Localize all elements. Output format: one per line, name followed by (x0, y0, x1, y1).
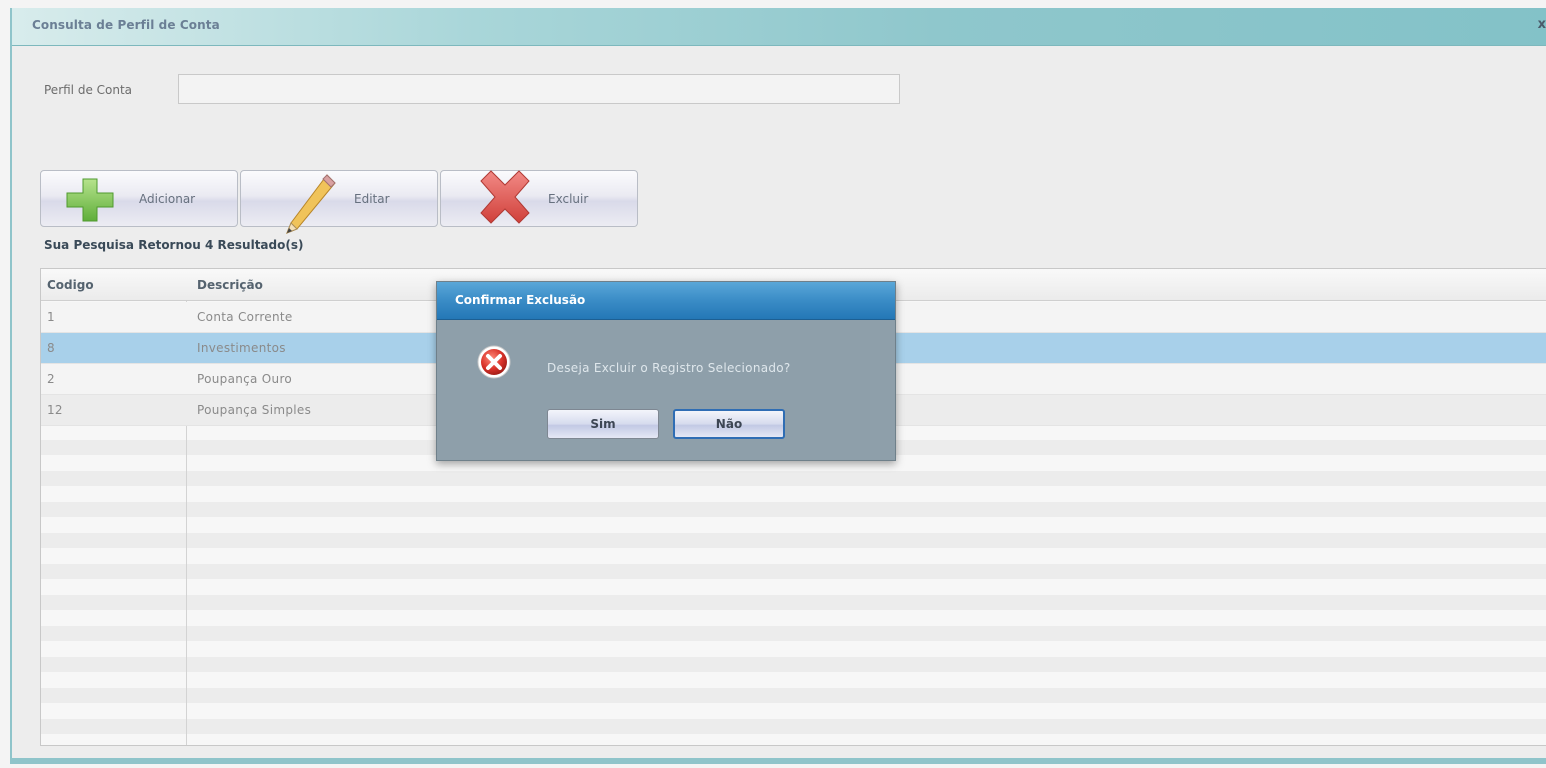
cell-descricao: Poupança Simples (197, 403, 312, 417)
no-button[interactable]: Não (673, 409, 785, 439)
pencil-icon (286, 174, 336, 234)
confirm-delete-dialog: Confirmar Exclusão Deseja Excluir o Regi… (436, 281, 896, 461)
window-close-icon[interactable]: x (1538, 17, 1546, 32)
edit-button-label: Editar (354, 192, 390, 206)
cell-descricao: Poupança Ouro (197, 372, 293, 386)
dialog-title: Confirmar Exclusão (455, 293, 586, 307)
x-icon (480, 170, 530, 224)
cell-codigo: 8 (47, 341, 55, 355)
profile-field-label: Perfil de Conta (44, 83, 133, 97)
profile-search-input[interactable] (178, 74, 900, 104)
cell-codigo: 2 (47, 372, 55, 386)
edit-button[interactable]: Editar (240, 170, 438, 234)
cell-codigo: 1 (47, 310, 55, 324)
cell-descricao: Conta Corrente (197, 310, 293, 324)
cell-codigo: 12 (47, 403, 63, 417)
add-button-label: Adicionar (139, 192, 196, 206)
window-titlebar: Consulta de Perfil de Conta x (12, 8, 1546, 46)
result-count: Sua Pesquisa Retornou 4 Resultado(s) (44, 238, 304, 252)
delete-button[interactable]: Excluir (440, 170, 638, 227)
dialog-message: Deseja Excluir o Registro Selecionado? (547, 361, 791, 375)
column-header-descricao[interactable]: Descrição (197, 278, 263, 292)
dialog-titlebar: Confirmar Exclusão (437, 282, 895, 320)
delete-button-label: Excluir (548, 192, 589, 206)
column-header-codigo[interactable]: Codigo (47, 278, 94, 292)
add-button[interactable]: Adicionar (40, 170, 238, 227)
window-title: Consulta de Perfil de Conta (32, 18, 220, 32)
plus-icon (66, 178, 114, 222)
error-icon (477, 345, 511, 379)
cell-descricao: Investimentos (197, 341, 286, 355)
yes-button[interactable]: Sim (547, 409, 659, 439)
